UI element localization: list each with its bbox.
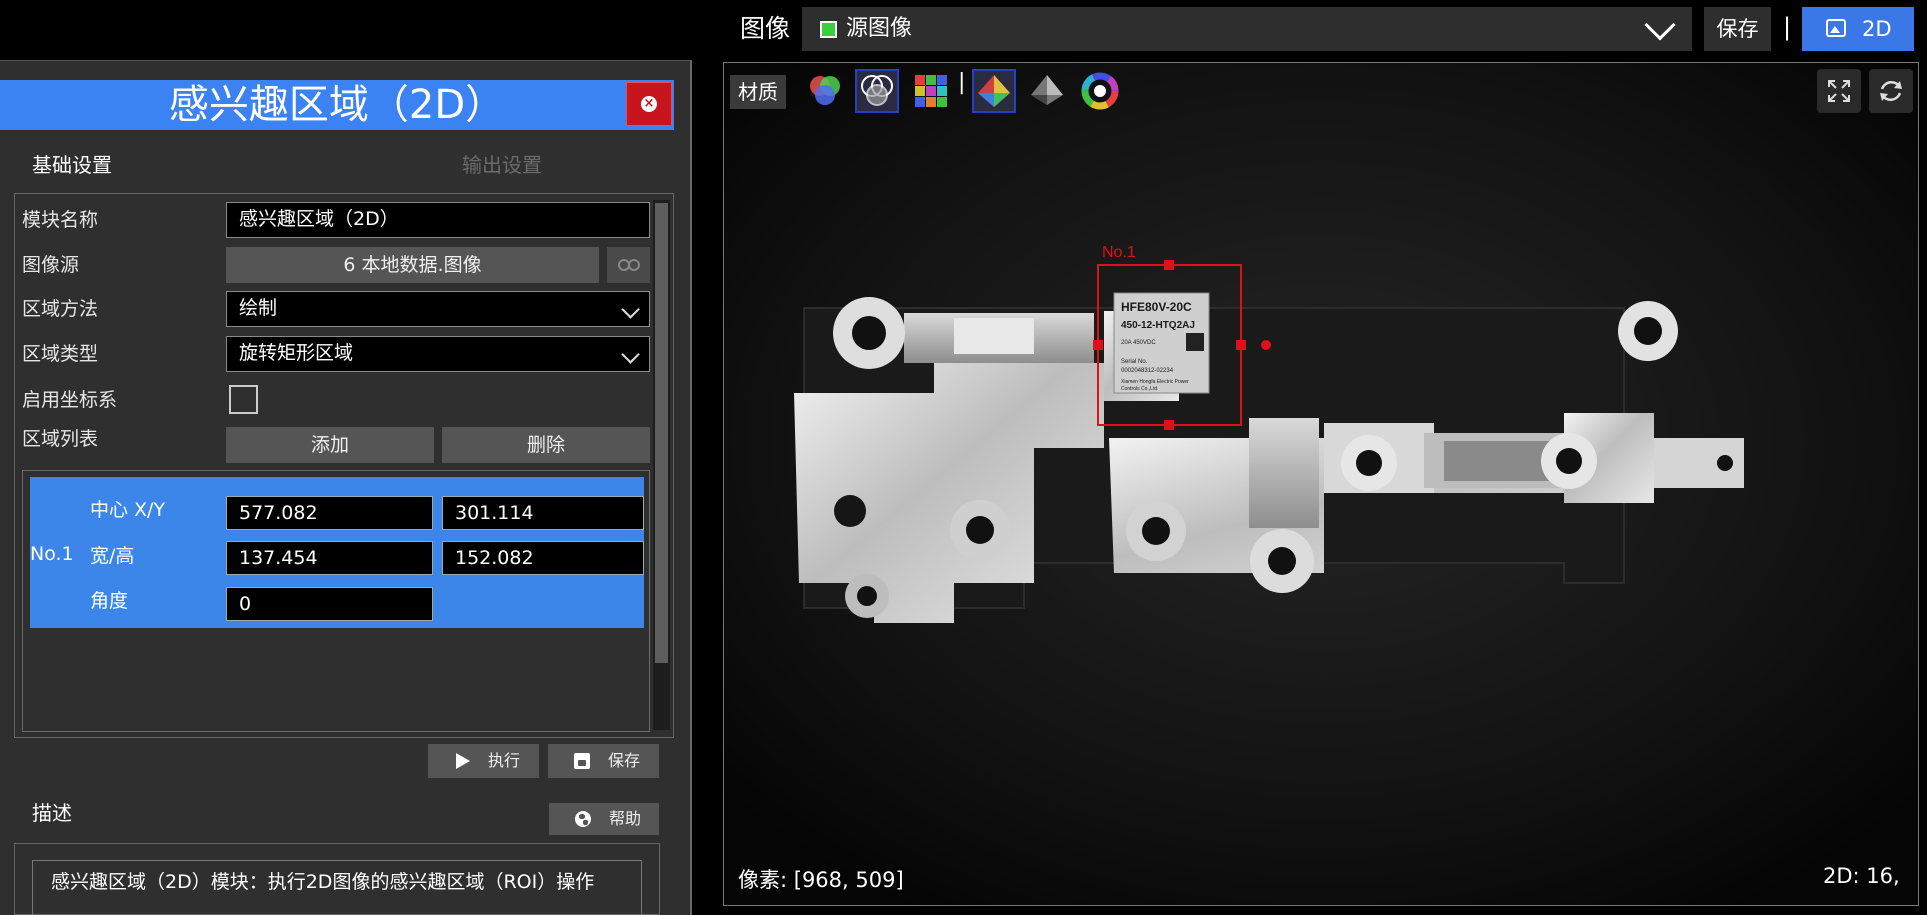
panel-title: 感兴趣区域（2D） bbox=[168, 82, 506, 128]
play-icon bbox=[456, 753, 470, 769]
channel-overlay-icon bbox=[861, 75, 893, 106]
tab-output-settings[interactable]: 输出设置 bbox=[462, 150, 542, 180]
chevron-down-icon bbox=[621, 300, 640, 319]
svg-text:0002048312-02234: 0002048312-02234 bbox=[1121, 368, 1174, 374]
roi-center-x-input[interactable]: 577.082 bbox=[226, 496, 433, 530]
run-label: 执行 bbox=[488, 751, 521, 770]
toolbar-separator: | bbox=[1783, 13, 1792, 41]
run-button[interactable]: 执行 bbox=[428, 744, 539, 778]
image-source-value: 源图像 bbox=[846, 16, 913, 41]
scrollbar-thumb[interactable] bbox=[655, 203, 668, 663]
color-wheel-icon bbox=[1081, 72, 1119, 110]
fullscreen-button[interactable] bbox=[1817, 69, 1861, 113]
coordinate-system-checkbox[interactable] bbox=[229, 385, 258, 414]
delete-region-button[interactable]: 删除 bbox=[442, 427, 650, 463]
svg-text:20A 450VDC: 20A 450VDC bbox=[1121, 340, 1156, 346]
color-map-tool[interactable] bbox=[972, 69, 1016, 113]
roi-name: No.1 bbox=[30, 543, 74, 565]
view-2d-button[interactable]: 2D bbox=[1802, 7, 1914, 51]
save-module-button[interactable]: 保存 bbox=[548, 744, 659, 778]
roi-angle-label: 角度 bbox=[90, 590, 129, 612]
reset-view-button[interactable] bbox=[1869, 69, 1913, 113]
color-map-icon bbox=[978, 75, 1010, 107]
roi-center-y-input[interactable]: 301.114 bbox=[442, 496, 644, 530]
view-2d-label: 2D bbox=[1862, 17, 1892, 41]
pixel-coordinate-status: 像素: [968, 509] bbox=[738, 868, 904, 892]
pixel-grid-tool[interactable] bbox=[911, 71, 951, 111]
help-button[interactable]: 帮助 bbox=[549, 803, 659, 835]
globe-icon bbox=[575, 811, 591, 827]
svg-text:Xiamen Hongfa Electric Power: Xiamen Hongfa Electric Power bbox=[1121, 379, 1189, 385]
inspection-image: HFE80V-20C 450-12-HTQ2AJ 20A 450VDC Seri… bbox=[724, 63, 1918, 905]
region-type-value: 旋转矩形区域 bbox=[239, 342, 354, 364]
refresh-icon bbox=[1880, 80, 1902, 102]
module-name-label: 模块名称 bbox=[22, 209, 99, 231]
save-image-button[interactable]: 保存 bbox=[1704, 7, 1771, 51]
roi-center-label: 中心 X/Y bbox=[90, 499, 166, 521]
help-label: 帮助 bbox=[609, 809, 642, 828]
svg-text:Controls Co.,Ltd.: Controls Co.,Ltd. bbox=[1121, 386, 1159, 392]
coordinate-system-label: 启用坐标系 bbox=[22, 389, 118, 411]
image-source-label: 图像源 bbox=[22, 254, 80, 276]
region-method-value: 绘制 bbox=[239, 297, 278, 319]
region-type-label: 区域类型 bbox=[22, 343, 99, 365]
pixel-grid-icon bbox=[915, 75, 947, 107]
save-module-label: 保存 bbox=[608, 751, 641, 770]
close-button[interactable]: × bbox=[626, 82, 672, 126]
region-list-label: 区域列表 bbox=[22, 428, 99, 450]
image-source-dropdown[interactable] bbox=[802, 7, 1692, 51]
tool-separator: | bbox=[958, 70, 966, 95]
svg-text:No.1: No.1 bbox=[1102, 244, 1136, 261]
rgb-channels-icon bbox=[810, 76, 840, 105]
description-text: 感兴趣区域（2D）模块：执行2D图像的感兴趣区域（ROI）操作 bbox=[32, 860, 642, 915]
rgb-channels-tool[interactable] bbox=[805, 71, 845, 111]
shaded-mesh-icon bbox=[1031, 75, 1063, 105]
close-icon: × bbox=[641, 96, 657, 112]
link-button[interactable] bbox=[607, 247, 650, 283]
channel-overlay-tool[interactable] bbox=[855, 69, 899, 113]
roi-size-label: 宽/高 bbox=[90, 545, 135, 567]
region-type-select[interactable]: 旋转矩形区域 bbox=[226, 336, 650, 372]
image-label: 图像 bbox=[740, 14, 791, 43]
expand-icon bbox=[1828, 80, 1850, 102]
svg-text:Serial No.: Serial No. bbox=[1121, 359, 1148, 365]
view-mode-status: 2D: 16, bbox=[1823, 864, 1900, 888]
source-color-swatch bbox=[820, 21, 837, 38]
roi-width-input[interactable]: 137.454 bbox=[226, 541, 433, 575]
color-wheel-tool[interactable] bbox=[1080, 71, 1120, 111]
link-icon bbox=[617, 259, 640, 271]
svg-text:HFE80V-20C: HFE80V-20C bbox=[1121, 300, 1192, 314]
region-method-label: 区域方法 bbox=[22, 298, 99, 320]
image-icon bbox=[1826, 19, 1846, 37]
add-region-button[interactable]: 添加 bbox=[226, 427, 434, 463]
image-viewport[interactable]: HFE80V-20C 450-12-HTQ2AJ 20A 450VDC Seri… bbox=[723, 62, 1919, 906]
roi-height-input[interactable]: 152.082 bbox=[442, 541, 644, 575]
description-label: 描述 bbox=[32, 801, 72, 825]
module-name-field[interactable]: 感兴趣区域（2D） bbox=[226, 202, 650, 238]
svg-text:450-12-HTQ2AJ: 450-12-HTQ2AJ bbox=[1121, 320, 1195, 331]
save-icon bbox=[574, 753, 590, 769]
tab-basic-settings[interactable]: 基础设置 bbox=[32, 150, 112, 180]
shaded-mesh-tool[interactable] bbox=[1027, 71, 1067, 111]
roi-angle-input[interactable]: 0 bbox=[226, 587, 433, 621]
chevron-down-icon bbox=[621, 345, 640, 364]
image-source-selector[interactable]: 6 本地数据.图像 bbox=[226, 247, 599, 283]
region-method-select[interactable]: 绘制 bbox=[226, 291, 650, 327]
material-label: 材质 bbox=[730, 75, 786, 109]
